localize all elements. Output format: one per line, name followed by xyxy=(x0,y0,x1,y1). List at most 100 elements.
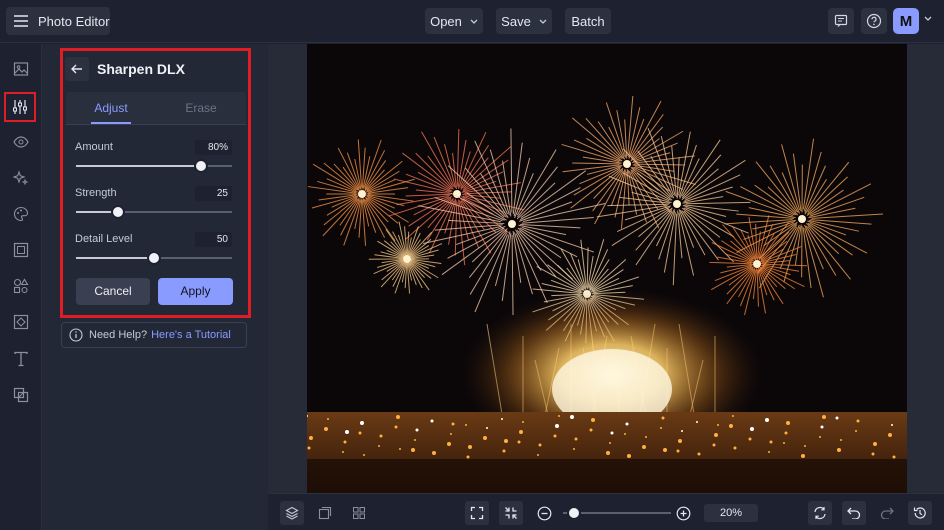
city-light xyxy=(663,448,667,452)
city-light xyxy=(432,451,436,455)
layers-button[interactable] xyxy=(280,501,304,525)
redo-button[interactable] xyxy=(875,501,899,525)
city-light xyxy=(343,440,347,444)
sharpen-panel: Sharpen DLX Adjust Erase Amount 80% Stre… xyxy=(60,48,251,318)
city-light xyxy=(660,427,662,429)
rail-item-textures[interactable] xyxy=(8,309,34,335)
save-button[interactable]: Save xyxy=(496,8,552,34)
tutorial-link[interactable]: Here's a Tutorial xyxy=(151,329,231,341)
feedback-button[interactable] xyxy=(828,8,854,34)
history-button[interactable] xyxy=(908,501,932,525)
city-light xyxy=(606,451,610,455)
amount-slider[interactable] xyxy=(76,159,232,173)
fireworks-photo[interactable] xyxy=(307,44,907,493)
panel-header: Sharpen DLX xyxy=(63,51,248,87)
firework-core xyxy=(508,220,516,228)
city-light xyxy=(733,446,737,450)
detail-level-slider-handle[interactable] xyxy=(147,251,161,265)
city-light xyxy=(573,448,575,450)
sparkle-icon xyxy=(13,170,29,186)
save-label: Save xyxy=(501,13,531,29)
city-light xyxy=(625,422,629,426)
city-light xyxy=(891,424,893,426)
city-light xyxy=(696,421,698,423)
rail-item-frames[interactable] xyxy=(8,237,34,263)
city-light xyxy=(466,455,470,459)
city-light xyxy=(360,421,364,425)
city-light xyxy=(414,439,416,441)
city-light xyxy=(627,454,631,458)
reset-icon xyxy=(814,506,826,520)
city-light xyxy=(610,431,614,435)
app-menu-button[interactable]: Photo Editor xyxy=(6,7,110,35)
history-icon xyxy=(913,507,926,519)
city-light xyxy=(835,416,839,420)
city-light xyxy=(661,416,665,420)
help-button[interactable] xyxy=(861,8,887,34)
zoom-out-button[interactable] xyxy=(532,501,556,525)
amount-slider-handle[interactable] xyxy=(193,159,208,173)
city-light xyxy=(394,425,398,429)
text-icon xyxy=(14,351,28,367)
app-title: Photo Editor xyxy=(38,13,110,29)
tab-bar: Adjust Erase xyxy=(66,92,246,124)
detail-level-value-field[interactable]: 50 xyxy=(195,232,232,247)
amount-slider-fill xyxy=(76,165,201,167)
rail-item-text[interactable] xyxy=(8,346,34,372)
batch-label: Batch xyxy=(571,13,605,29)
tab-erase[interactable]: Erase xyxy=(156,92,246,124)
undo-button[interactable] xyxy=(842,501,866,525)
city-light xyxy=(750,427,754,431)
rail-item-adjustments[interactable] xyxy=(4,92,36,122)
eye-icon xyxy=(13,136,29,148)
info-icon xyxy=(69,328,83,342)
strength-slider[interactable] xyxy=(76,205,232,219)
reset-button[interactable] xyxy=(808,501,832,525)
city-light xyxy=(345,430,349,434)
city-light xyxy=(538,443,542,447)
city-light xyxy=(855,430,857,432)
rail-item-image[interactable] xyxy=(8,56,34,82)
open-button[interactable]: Open xyxy=(425,8,483,34)
strength-slider-handle[interactable] xyxy=(111,205,126,219)
compare-button[interactable] xyxy=(313,501,337,525)
city-light xyxy=(307,446,311,450)
city-light xyxy=(327,418,329,420)
city-light xyxy=(537,454,539,456)
city-light xyxy=(712,443,716,447)
rail-item-view[interactable] xyxy=(8,129,34,155)
question-icon xyxy=(866,13,882,29)
city-light xyxy=(609,442,611,444)
rail-item-overlays[interactable] xyxy=(8,382,34,408)
tab-divider xyxy=(66,124,246,125)
city-light xyxy=(342,451,344,453)
city-light xyxy=(468,445,472,449)
grid-icon xyxy=(353,507,365,519)
top-bar: Photo Editor Open Save Batch M xyxy=(0,0,944,43)
detail-level-slider[interactable] xyxy=(76,251,232,265)
city-light xyxy=(873,442,877,446)
sliders-icon xyxy=(13,100,27,114)
batch-button[interactable]: Batch xyxy=(565,8,611,34)
back-button[interactable] xyxy=(65,57,89,81)
rail-item-effects[interactable] xyxy=(8,165,34,191)
fit-screen-button[interactable] xyxy=(465,501,489,525)
rail-item-graphics[interactable] xyxy=(8,273,34,299)
zoom-value[interactable]: 20% xyxy=(704,504,758,522)
panel-title: Sharpen DLX xyxy=(97,61,185,77)
actual-size-button[interactable] xyxy=(499,501,523,525)
apply-button[interactable]: Apply xyxy=(158,278,233,305)
rail-item-artsy[interactable] xyxy=(8,201,34,227)
city-light xyxy=(786,421,790,425)
avatar[interactable]: M xyxy=(893,8,919,34)
chevron-down-icon[interactable] xyxy=(924,16,932,21)
redo-icon xyxy=(880,507,894,519)
zoom-in-button[interactable] xyxy=(671,501,695,525)
firework-core xyxy=(753,260,761,268)
tab-adjust[interactable]: Adjust xyxy=(66,92,156,124)
city-light xyxy=(717,424,719,426)
cancel-button[interactable]: Cancel xyxy=(76,278,150,305)
amount-value-field[interactable]: 80% xyxy=(195,140,232,155)
grid-button[interactable] xyxy=(347,501,371,525)
strength-value-field[interactable]: 25 xyxy=(195,186,232,201)
